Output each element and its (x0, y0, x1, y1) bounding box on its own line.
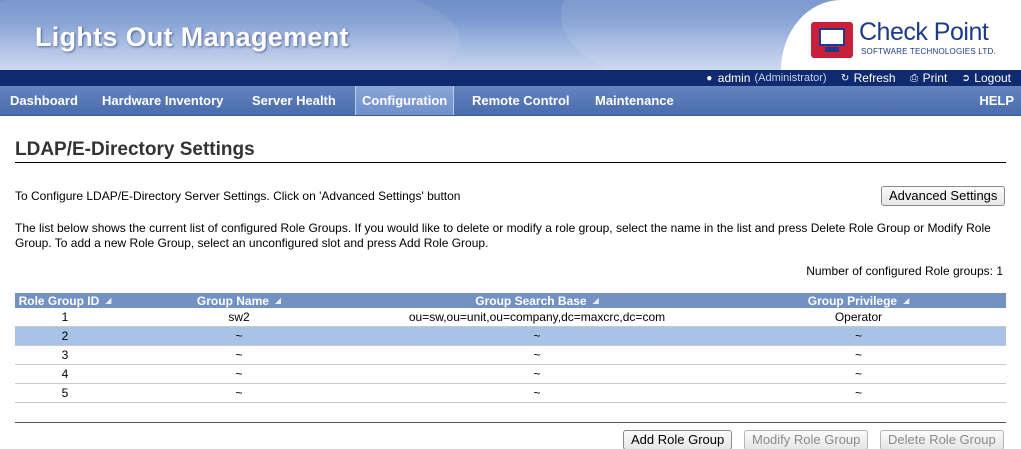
app-title: Lights Out Management (35, 22, 349, 52)
brand-panel: Check Point SOFTWARE TECHNOLOGIES LTD. (781, 0, 1021, 70)
cell-group-name: sw2 (228, 310, 250, 324)
page-title: LDAP/E-Directory Settings (15, 139, 255, 160)
cell-group-privilege: ~ (854, 386, 862, 400)
print-label: Print (922, 71, 948, 85)
add-role-group-button[interactable]: Add Role Group (623, 430, 733, 449)
advanced-settings-button[interactable]: Advanced Settings (881, 186, 1006, 206)
nav-help[interactable]: HELP (979, 86, 1014, 115)
column-header-group-name[interactable]: Group Name ◢ (115, 293, 363, 308)
refresh-link[interactable]: ↻ Refresh (841, 71, 896, 85)
brand-tagline: SOFTWARE TECHNOLOGIES LTD. (861, 47, 996, 56)
sort-arrow-icon: ◢ (105, 296, 112, 305)
column-header-role-group-id[interactable]: Role Group ID ◢ (15, 293, 115, 308)
user-icon: ● (706, 72, 713, 84)
cell-role-group-id: 5 (61, 386, 69, 400)
cell-group-name: ~ (235, 386, 243, 400)
logout-link[interactable]: ➲ Logout (961, 71, 1011, 85)
refresh-icon: ↻ (840, 72, 850, 84)
user-role: (Administrator) (754, 72, 827, 84)
cell-role-group-id: 1 (61, 310, 69, 324)
cell-group-name: ~ (235, 367, 243, 381)
sort-arrow-icon: ◢ (274, 296, 282, 305)
title-divider (15, 162, 1006, 163)
cell-group-search-base: ~ (533, 348, 541, 362)
nav-maintenance[interactable]: Maintenance (595, 86, 674, 115)
cell-group-search-base: ~ (533, 329, 541, 343)
nav-remote-control[interactable]: Remote Control (472, 86, 570, 115)
cell-group-search-base: ~ (533, 367, 541, 381)
logout-label: Logout (974, 71, 1011, 85)
nav-configuration[interactable]: Configuration (355, 86, 455, 115)
user-strip: ● admin (Administrator) ↻ Refresh ⎙ Prin… (0, 70, 1021, 86)
cell-group-privilege: ~ (854, 367, 862, 381)
cell-role-group-id: 3 (61, 348, 69, 362)
delete-role-group-button[interactable]: Delete Role Group (880, 430, 1004, 449)
cell-group-privilege: ~ (854, 329, 862, 343)
cell-group-name: ~ (235, 329, 243, 343)
brand-name: Check Point (859, 18, 989, 46)
nav-server-health[interactable]: Server Health (252, 86, 336, 115)
table-header: Role Group ID ◢ Group Name ◢ Group Searc… (15, 293, 1006, 308)
current-user: ● admin (Administrator) (705, 71, 827, 85)
intro-text: To Configure LDAP/E-Directory Server Set… (15, 189, 461, 203)
user-name: admin (717, 71, 751, 85)
table-row-selected[interactable]: 2 ~ ~ ~ (15, 327, 1006, 346)
modify-role-group-button[interactable]: Modify Role Group (744, 430, 869, 449)
cell-group-privilege: ~ (854, 348, 862, 362)
table-row[interactable]: 5 ~ ~ ~ (15, 384, 1006, 403)
description-text: The list below shows the current list of… (15, 221, 991, 250)
print-icon: ⎙ (910, 72, 919, 84)
nav-hardware-inventory[interactable]: Hardware Inventory (102, 86, 223, 115)
cell-group-privilege: Operator (834, 310, 883, 324)
print-link[interactable]: ⎙ Print (910, 71, 948, 85)
refresh-label: Refresh (853, 71, 896, 85)
brand-logo-icon (811, 22, 853, 58)
cell-group-name: ~ (235, 348, 243, 362)
role-group-count: Number of configured Role groups: 1 (806, 264, 1003, 278)
actions-divider (15, 422, 1006, 423)
cell-group-search-base: ~ (533, 386, 541, 400)
column-header-group-search-base[interactable]: Group Search Base ◢ (363, 293, 711, 308)
role-group-table: Role Group ID ◢ Group Name ◢ Group Searc… (15, 293, 1006, 403)
cell-group-search-base: ou=sw,ou=unit,ou=company,dc=maxcrc,dc=co… (408, 310, 666, 324)
sort-arrow-icon: ◢ (592, 296, 599, 305)
table-row[interactable]: 1 sw2 ou=sw,ou=unit,ou=company,dc=maxcrc… (15, 308, 1006, 327)
cell-role-group-id: 2 (61, 329, 69, 343)
main-nav: Dashboard Hardware Inventory Server Heal… (0, 86, 1021, 116)
logout-icon: ➲ (961, 72, 970, 84)
column-header-group-privilege[interactable]: Group Privilege ◢ (711, 293, 1006, 308)
table-row[interactable]: 3 ~ ~ ~ (15, 346, 1006, 365)
table-row[interactable]: 4 ~ ~ ~ (15, 365, 1006, 384)
nav-dashboard[interactable]: Dashboard (10, 86, 78, 115)
sort-arrow-icon: ◢ (903, 296, 910, 305)
header-banner: Lights Out Management Check Point SOFTWA… (0, 0, 1021, 70)
cell-role-group-id: 4 (61, 367, 69, 381)
